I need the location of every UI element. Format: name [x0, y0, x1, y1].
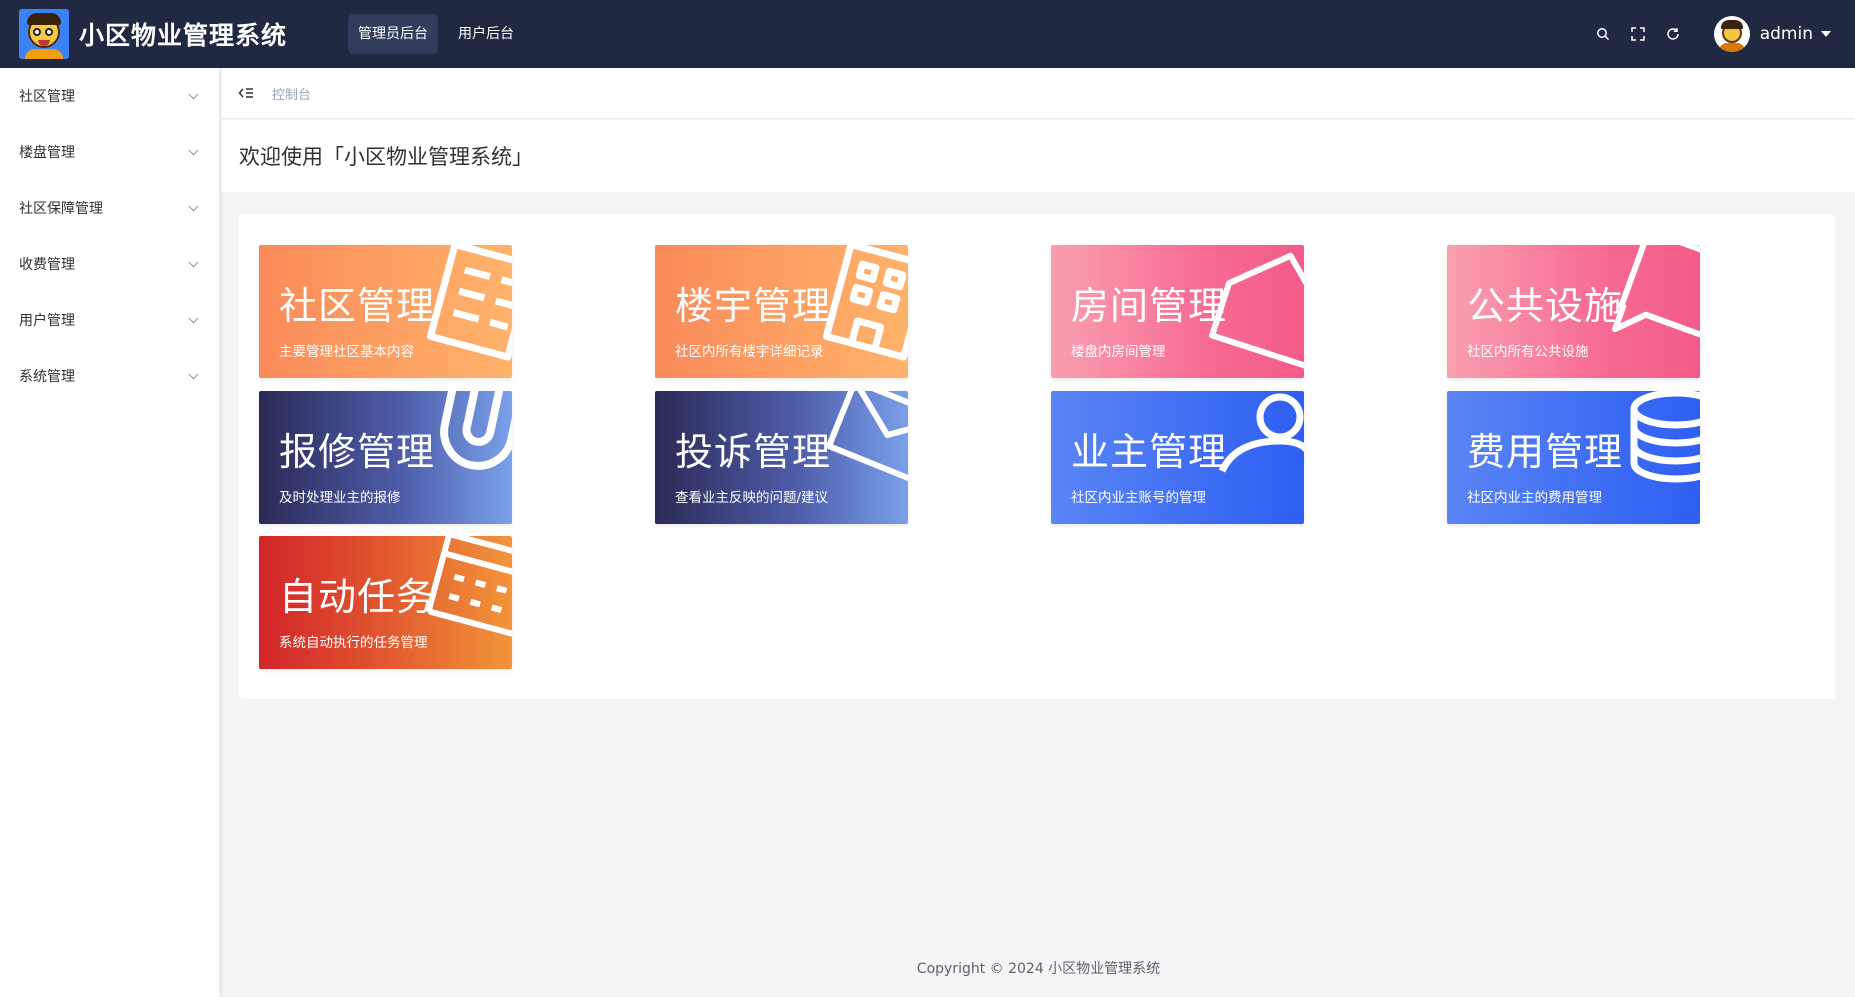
caret-down-icon[interactable] [1821, 31, 1831, 37]
card-room[interactable]: 房间管理 楼盘内房间管理 [1051, 245, 1304, 378]
app-title: 小区物业管理系统 [79, 21, 288, 50]
sidebar-item-security[interactable]: 社区保障管理 [0, 180, 219, 236]
user-name[interactable]: admin [1760, 24, 1813, 44]
page-title: 欢迎使用「小区物业管理系统」 [222, 120, 1855, 192]
sidebar-item-fees[interactable]: 收费管理 [0, 236, 219, 292]
avatar[interactable] [1713, 16, 1750, 52]
card-title: 业主管理 [1071, 430, 1228, 474]
sidebar: 社区管理 楼盘管理 社区保障管理 收费管理 用户管理 系统管理 [0, 68, 219, 997]
card-subtitle: 查看业主反映的问题/建议 [675, 490, 829, 506]
sidebar-item-label: 楼盘管理 [19, 145, 75, 161]
top-navbar: 小区物业管理系统 管理员后台 用户后台 admin [0, 0, 1855, 68]
card-subtitle: 社区内所有公共设施 [1467, 344, 1589, 360]
card-subtitle: 社区内业主的费用管理 [1467, 490, 1602, 506]
sidebar-item-system[interactable]: 系统管理 [0, 348, 219, 404]
card-title: 报修管理 [279, 430, 436, 474]
card-title: 自动任务 [279, 575, 436, 619]
sidebar-item-label: 用户管理 [19, 313, 75, 329]
sidebar-item-users[interactable]: 用户管理 [0, 292, 219, 348]
dashboard-panel: 社区管理 主要管理社区基本内容 楼宇管理 社区内所有楼宇详细记录 房间管理 楼盘… [239, 214, 1835, 699]
chevron-down-icon [188, 145, 199, 155]
card-subtitle: 及时处理业主的报修 [279, 490, 401, 506]
logo-hair [27, 13, 61, 25]
card-building[interactable]: 楼宇管理 社区内所有楼宇详细记录 [655, 245, 908, 378]
card-title: 房间管理 [1071, 284, 1228, 328]
chevron-down-icon [188, 89, 199, 99]
avatar-body [1718, 43, 1745, 52]
card-title: 投诉管理 [675, 430, 832, 474]
card-subtitle: 社区内所有楼宇详细记录 [675, 344, 824, 360]
sidebar-item-label: 社区保障管理 [19, 201, 103, 217]
card-subtitle: 楼盘内房间管理 [1071, 344, 1166, 360]
search-icon[interactable] [1596, 27, 1610, 41]
tab-user[interactable]: 用户后台 [448, 14, 524, 54]
card-title: 费用管理 [1467, 430, 1624, 474]
collapse-menu-icon[interactable] [238, 85, 254, 101]
card-fees[interactable]: 费用管理 社区内业主的费用管理 [1447, 391, 1700, 524]
card-complaint[interactable]: 投诉管理 查看业主反映的问题/建议 [655, 391, 908, 524]
logo-eye [33, 28, 41, 36]
refresh-icon[interactable] [1666, 27, 1680, 41]
sidebar-item-label: 收费管理 [19, 257, 75, 273]
card-owner[interactable]: 业主管理 社区内业主账号的管理 [1051, 391, 1304, 524]
logo-shirt [25, 49, 63, 59]
fullscreen-icon[interactable] [1630, 27, 1645, 41]
breadcrumb[interactable]: 控制台 [272, 84, 311, 103]
chevron-down-icon [188, 313, 199, 323]
card-subtitle: 主要管理社区基本内容 [279, 344, 414, 360]
top-tabs: 管理员后台 用户后台 [348, 14, 524, 54]
card-subtitle: 社区内业主账号的管理 [1071, 490, 1206, 506]
chevron-down-icon [188, 257, 199, 267]
card-repair[interactable]: 报修管理 及时处理业主的报修 [259, 391, 512, 524]
card-facilities[interactable]: 公共设施 社区内所有公共设施 [1447, 245, 1700, 378]
chevron-down-icon [188, 201, 199, 211]
sidebar-item-label: 社区管理 [19, 89, 75, 105]
tab-admin[interactable]: 管理员后台 [348, 14, 439, 54]
logo[interactable] [19, 9, 69, 59]
card-subtitle: 系统自动执行的任务管理 [279, 635, 428, 651]
card-community[interactable]: 社区管理 主要管理社区基本内容 [259, 245, 512, 378]
logo-eye [45, 28, 53, 36]
avatar-hair [1720, 20, 1743, 29]
sidebar-item-community[interactable]: 社区管理 [0, 68, 219, 124]
sidebar-item-label: 系统管理 [19, 369, 75, 385]
card-auto-task[interactable]: 自动任务 系统自动执行的任务管理 [259, 536, 512, 669]
breadcrumb-bar: 控制台 [222, 68, 1855, 119]
chevron-down-icon [188, 369, 199, 379]
card-title: 楼宇管理 [675, 284, 832, 328]
card-title: 社区管理 [279, 284, 436, 328]
header-tools: admin [1575, 16, 1831, 52]
card-title: 公共设施 [1467, 284, 1624, 328]
footer-copyright: Copyright © 2024 小区物业管理系统 [916, 961, 1161, 977]
sidebar-item-property[interactable]: 楼盘管理 [0, 124, 219, 180]
